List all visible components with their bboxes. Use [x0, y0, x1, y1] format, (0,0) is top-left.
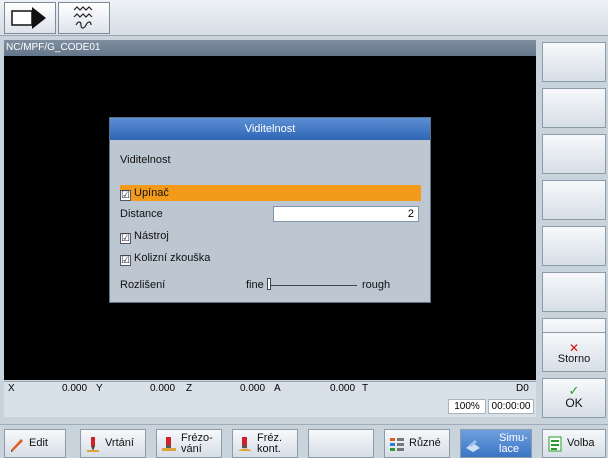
feed-override: 100%: [448, 399, 486, 414]
vrtani-label: Vrtání: [105, 437, 134, 449]
kolizni-checkbox[interactable]: ☑: [120, 255, 131, 266]
frezovani-label-2: vání: [181, 442, 202, 455]
softkey-v4[interactable]: [542, 180, 606, 220]
vrtani-button[interactable]: Vrtání: [80, 429, 146, 458]
simulace-label-1: Simu-: [499, 431, 528, 444]
dialog-heading: Viditelnost: [120, 154, 171, 166]
softkey-v1[interactable]: [542, 42, 606, 82]
upinac-checkbox[interactable]: ☑: [120, 190, 131, 201]
a-axis-label: A: [274, 383, 281, 394]
contour-milling-icon: [238, 436, 252, 451]
edit-pencil-icon: [11, 438, 23, 452]
softkey-v3[interactable]: [542, 134, 606, 174]
y-axis-label: Y: [96, 383, 103, 394]
run-time: 00:00:00: [488, 399, 534, 414]
kolizni-label: Kolizní zkouška: [134, 252, 211, 264]
softkey-v2[interactable]: [542, 88, 606, 128]
slider-rough-label: rough: [362, 279, 391, 291]
ruzne-label: Různé: [409, 437, 441, 449]
rozliseni-label: Rozlišení: [120, 279, 166, 291]
program-mode-button[interactable]: [58, 2, 110, 34]
slider-fine-label: fine: [246, 279, 264, 291]
frez-kont-label-1: Fréz.: [257, 431, 283, 444]
resolution-slider-thumb[interactable]: [267, 278, 271, 290]
volba-button[interactable]: Volba: [542, 429, 606, 458]
machine-icon: [11, 7, 46, 29]
distance-label: Distance: [120, 208, 163, 220]
program-path: NC/MPF/G_CODE01: [4, 40, 536, 56]
x-axis-value: 0.000: [62, 383, 88, 394]
frez-kont-label-2: kont.: [257, 442, 281, 455]
machine-mode-button[interactable]: [4, 2, 56, 34]
simulace-label-2: lace: [499, 442, 520, 455]
simulation-icon: [466, 439, 480, 452]
x-axis-label: X: [8, 383, 15, 394]
vertical-softkeys: ✕ Storno ✓ OK: [540, 36, 608, 418]
softkey-v6[interactable]: [542, 272, 606, 312]
nastroj-label: Nástroj: [134, 230, 169, 242]
various-icon: [390, 437, 404, 451]
dialog-title: Viditelnost: [110, 118, 430, 140]
simulace-button[interactable]: Simu-lace: [460, 429, 532, 458]
frezovani-button[interactable]: Frézo-vání: [156, 429, 222, 458]
top-bar: [0, 0, 608, 36]
upinac-label: Upínač: [134, 187, 169, 199]
storno-x-icon: ✕: [568, 341, 580, 355]
storno-button[interactable]: ✕ Storno: [542, 332, 606, 372]
program-wave-icon: [73, 6, 93, 29]
upinac-checkbox-row[interactable]: ☑ Upínač: [120, 185, 169, 201]
distance-input[interactable]: 2: [273, 206, 419, 222]
volba-label: Volba: [567, 437, 595, 449]
ok-button[interactable]: ✓ OK: [542, 378, 606, 418]
tool-label: T: [362, 383, 369, 394]
visibility-dialog: Viditelnost Viditelnost ☑ Upínač Distance…: [109, 117, 431, 303]
coordinate-bar: X 0.000 Y 0.000 Z 0.000 A 0.000 T D0: [4, 381, 536, 395]
a-axis-value: 0.000: [330, 383, 356, 394]
z-axis-value: 0.000: [240, 383, 266, 394]
resolution-slider-track[interactable]: [269, 285, 357, 286]
frez-kont-button[interactable]: Fréz. kont.: [232, 429, 298, 458]
nastroj-checkbox[interactable]: ☑: [120, 233, 131, 244]
kolizni-checkbox-row[interactable]: ☑ Kolizní zkouška: [120, 250, 210, 266]
edit-label: Edit: [29, 437, 48, 449]
selection-list-icon: [548, 436, 562, 451]
z-axis-label: Z: [186, 383, 193, 394]
tool-d-value: D0: [516, 383, 529, 394]
nastroj-checkbox-row[interactable]: ☑ Nástroj: [120, 228, 169, 244]
horizontal-softkeys: Edit Vrtání Frézo-vání Fréz. kont. Různé …: [0, 424, 608, 458]
edit-button[interactable]: Edit: [4, 429, 66, 458]
storno-label: Storno: [557, 353, 591, 365]
milling-icon: [162, 436, 176, 451]
drill-icon: [87, 436, 99, 452]
softkey-v5[interactable]: [542, 226, 606, 266]
y-axis-value: 0.000: [150, 383, 176, 394]
ruzne-button[interactable]: Různé: [384, 429, 450, 458]
frezovani-label-1: Frézo-: [181, 431, 213, 444]
status-bar: 100% 00:00:00: [4, 395, 536, 417]
softkey-h5[interactable]: [308, 429, 374, 458]
ok-label: OK: [565, 396, 583, 410]
